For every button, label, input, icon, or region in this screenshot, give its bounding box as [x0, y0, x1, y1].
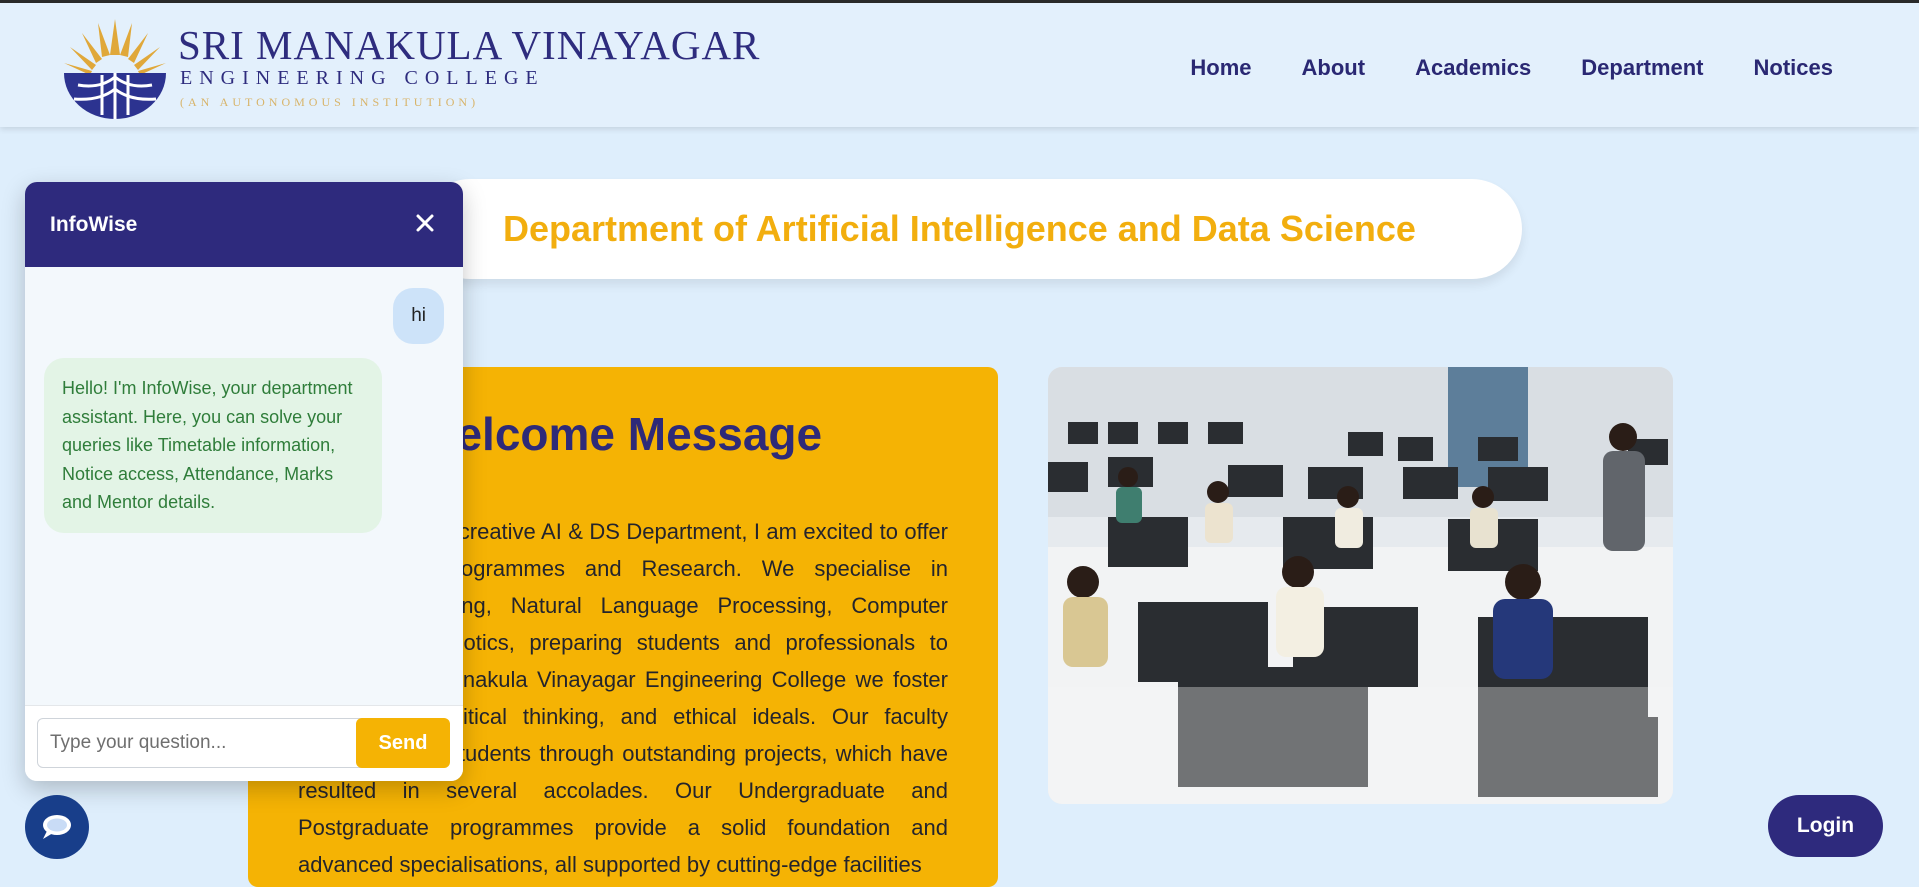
- college-subtitle: ENGINEERING COLLEGE: [180, 67, 545, 89]
- main-nav: Home About Academics Department Notices: [1190, 55, 1833, 81]
- chat-title: InfoWise: [50, 213, 138, 236]
- classroom-photo: [1048, 367, 1673, 804]
- chat-header: InfoWise: [25, 182, 463, 267]
- login-button[interactable]: Login: [1768, 795, 1883, 857]
- chat-toggle-button[interactable]: [25, 795, 89, 859]
- nav-department[interactable]: Department: [1581, 55, 1703, 81]
- department-banner: Department of Artificial Intelligence an…: [420, 179, 1522, 279]
- nav-home[interactable]: Home: [1190, 55, 1251, 81]
- college-tagline: (AN AUTONOMOUS INSTITUTION): [180, 95, 480, 109]
- bot-message: Hello! I'm InfoWise, your department ass…: [44, 358, 382, 533]
- chat-bubble-icon: [43, 815, 71, 839]
- classroom-illustration: [1048, 367, 1673, 804]
- site-header: SRI MANAKULA VINAYAGAR ENGINEERING COLLE…: [0, 3, 1919, 127]
- college-logo[interactable]: [60, 15, 170, 121]
- nav-notices[interactable]: Notices: [1754, 55, 1833, 81]
- close-icon[interactable]: [410, 208, 440, 238]
- nav-about[interactable]: About: [1302, 55, 1366, 81]
- college-name: SRI MANAKULA VINAYAGAR: [178, 22, 761, 68]
- user-message: hi: [393, 288, 444, 344]
- chat-input[interactable]: [37, 718, 373, 768]
- chat-footer: Send: [25, 705, 463, 781]
- department-title: Department of Artificial Intelligence an…: [503, 208, 1416, 249]
- nav-academics[interactable]: Academics: [1415, 55, 1531, 81]
- send-button[interactable]: Send: [356, 718, 450, 768]
- chat-window: InfoWise hi Hello! I'm InfoWise, your de…: [25, 182, 463, 781]
